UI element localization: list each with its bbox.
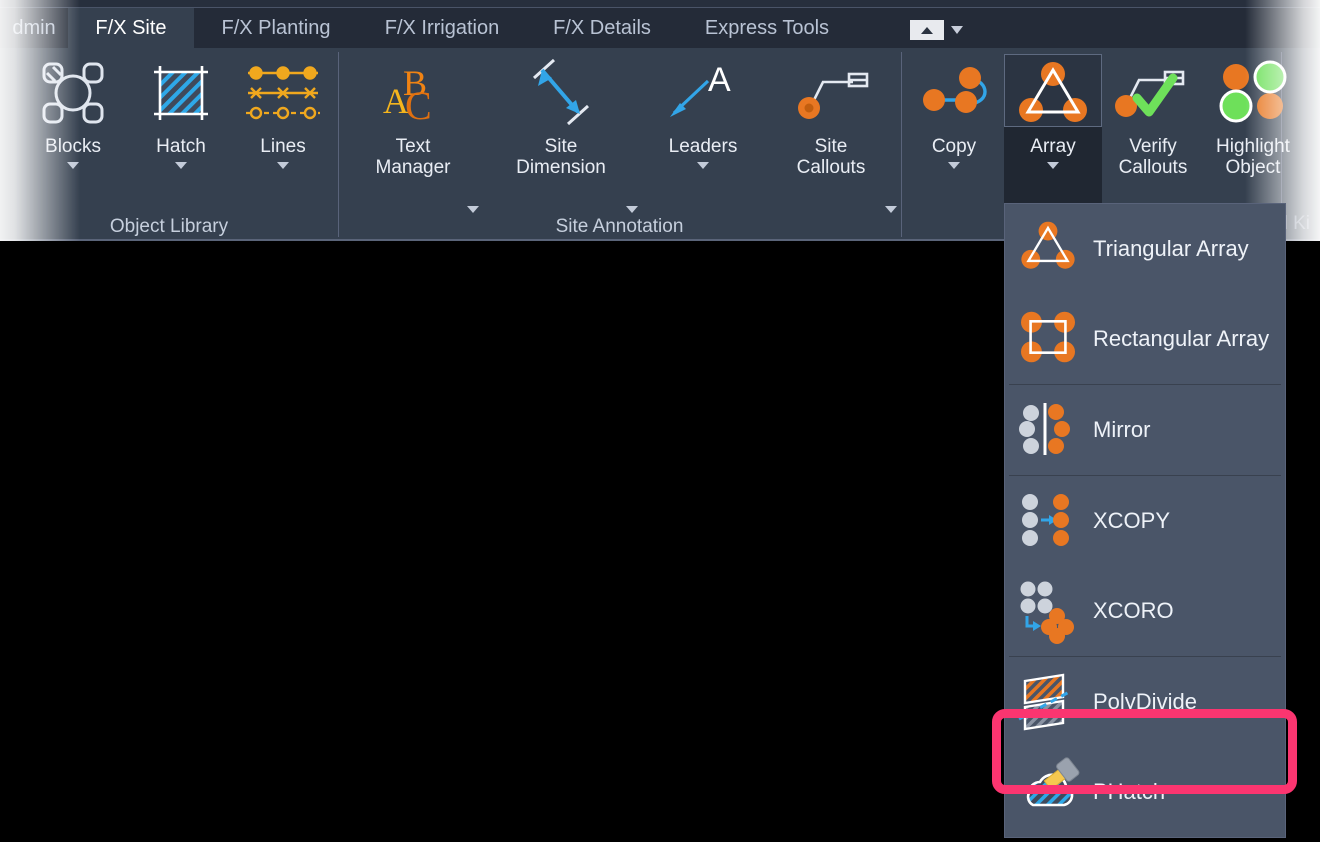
tab-express-tools[interactable]: Express Tools <box>678 8 856 48</box>
panel-object-library: Object Library Blocks Hatch Lines <box>0 48 338 241</box>
panel-label-site-annotation: Site Annotation <box>555 216 684 237</box>
ribbon-button-label: Lines <box>260 136 306 157</box>
ribbon-button-site-callouts[interactable]: Site Callouts <box>771 50 891 178</box>
menu-item-label: Mirror <box>1093 417 1151 442</box>
tab-admin[interactable]: dmin <box>0 8 68 48</box>
ribbon-button-site-dimension[interactable]: Site Dimension <box>501 50 621 178</box>
ribbon-button-label: Site Dimension <box>516 136 606 178</box>
chevron-down-icon[interactable] <box>697 162 709 169</box>
chevron-down-icon[interactable] <box>467 206 479 213</box>
svg-text:C: C <box>405 83 432 128</box>
ribbon-button-label: Leaders <box>668 136 738 157</box>
ribbon-button-lines[interactable]: Lines <box>233 50 333 169</box>
menu-item-xcopy[interactable]: XCOPY <box>1005 476 1285 566</box>
rectangular-array-icon <box>1019 310 1077 368</box>
chevron-down-icon[interactable] <box>1047 162 1059 169</box>
tab-fx-irrigation[interactable]: F/X Irrigation <box>358 8 526 48</box>
ribbon-tab-bar: dmin F/X Site F/X Planting F/X Irrigatio… <box>0 8 1320 48</box>
svg-text:A: A <box>708 61 731 99</box>
chevron-down-icon[interactable] <box>951 26 963 34</box>
triangular-array-icon <box>1019 220 1077 278</box>
xcopy-icon <box>1019 492 1077 550</box>
menu-item-label: XCORO <box>1093 598 1174 623</box>
triangle-up-icon[interactable] <box>910 20 944 40</box>
chevron-down-icon[interactable] <box>67 162 79 169</box>
triangular-array-icon <box>1016 56 1090 130</box>
application-window: dmin F/X Site F/X Planting F/X Irrigatio… <box>0 0 1320 842</box>
mirror-icon <box>1019 401 1077 459</box>
copy-icon <box>914 56 994 130</box>
tab-fx-details[interactable]: F/X Details <box>528 8 676 48</box>
ribbon-button-label: Highlight Object <box>1216 136 1290 178</box>
menu-item-label: Triangular Array <box>1093 236 1249 261</box>
leader-icon: A <box>662 56 744 130</box>
dimension-icon <box>518 56 604 130</box>
ribbon-button-highlight-object[interactable]: Highlight Object <box>1203 50 1303 178</box>
ribbon-minimize-controls <box>910 20 963 40</box>
ribbon-button-leaders[interactable]: A Leaders <box>653 50 753 169</box>
ribbon-button-text-manager[interactable]: A B C Text Manager <box>353 50 473 178</box>
menu-item-label: XCOPY <box>1093 508 1171 533</box>
menu-item-triangular-array[interactable]: Triangular Array <box>1005 204 1285 294</box>
ribbon-button-hatch[interactable]: Hatch <box>131 50 231 169</box>
ribbon-button-label: Copy <box>931 136 977 157</box>
menu-item-label: Rectangular Array <box>1093 326 1270 351</box>
ribbon-button-copy[interactable]: Copy <box>904 50 1004 169</box>
xcoro-icon <box>1019 581 1077 644</box>
ribbon-button-label: Verify Callouts <box>1118 136 1188 178</box>
ribbon-button-verify-callouts[interactable]: Verify Callouts <box>1103 50 1203 178</box>
chevron-down-icon[interactable] <box>885 206 897 213</box>
menu-item-mirror[interactable]: Mirror <box>1005 385 1285 475</box>
hatch-icon <box>146 56 216 130</box>
highlight-object-icon <box>1214 56 1292 130</box>
chevron-down-icon[interactable] <box>277 162 289 169</box>
verify-callout-icon <box>1111 56 1195 130</box>
phatch-highlight-box <box>992 709 1297 794</box>
ribbon-button-label: Array <box>1030 136 1076 157</box>
ribbon-button-label: Site Callouts <box>796 136 866 178</box>
blocks-icon <box>39 56 107 130</box>
tab-fx-site[interactable]: F/X Site <box>68 8 194 48</box>
ribbon-button-label: Hatch <box>156 136 206 157</box>
chevron-down-icon[interactable] <box>948 162 960 169</box>
chevron-down-icon[interactable] <box>626 206 638 213</box>
tab-fx-planting[interactable]: F/X Planting <box>196 8 356 48</box>
abc-text-icon: A B C <box>373 56 453 130</box>
panel-label-object-library: Object Library <box>109 216 229 237</box>
window-top-strip <box>0 0 1320 8</box>
ribbon-button-label: Text Manager <box>375 136 451 178</box>
chevron-down-icon[interactable] <box>175 162 187 169</box>
ribbon-button-array[interactable]: Array <box>1003 50 1103 169</box>
ribbon-button-blocks[interactable]: Blocks <box>23 50 123 169</box>
callout-icon <box>791 56 871 130</box>
ribbon-button-label: Blocks <box>45 136 101 157</box>
menu-item-rectangular-array[interactable]: Rectangular Array <box>1005 294 1285 384</box>
menu-item-xcoro[interactable]: XCORO <box>1005 566 1285 656</box>
lines-icon <box>244 56 322 130</box>
